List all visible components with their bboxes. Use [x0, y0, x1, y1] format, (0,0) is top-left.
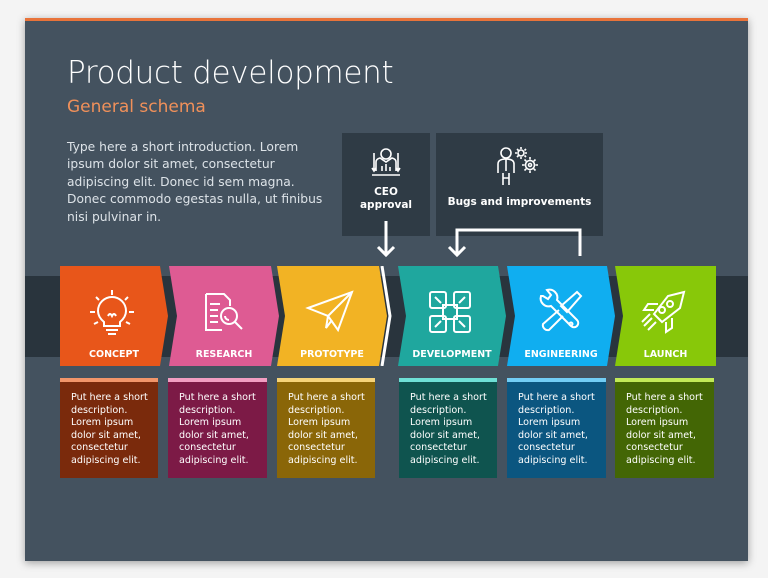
slide: Product development General schema Type … [25, 18, 748, 561]
stage-label: DEVELOPMENT [412, 349, 492, 360]
stage-label: CONCEPT [89, 349, 139, 360]
desc-text: Put here a short description. Lorem ipsu… [518, 392, 595, 466]
lightbulb-icon [90, 290, 134, 335]
desc-accent-bar [615, 378, 714, 382]
page-subtitle: General schema [67, 97, 206, 117]
ceo-label-line1: CEO [374, 186, 398, 198]
desc-text: Put here a short description. Lorem ipsu… [288, 392, 365, 466]
stage-label: LAUNCH [643, 349, 688, 360]
stage-prototype[interactable]: PROTOTYPE [277, 266, 387, 366]
desc-text: Put here a short description. Lorem ipsu… [626, 392, 703, 466]
ceo-down-arrow [376, 221, 396, 258]
stage-launch[interactable]: LAUNCH [615, 266, 716, 366]
stage-label: RESEARCH [195, 349, 253, 360]
page-title: Product development [67, 55, 394, 91]
bugs-label: Bugs and improvements [447, 196, 592, 208]
desc-accent-bar [399, 378, 497, 382]
desc-concept: Put here a short description. Lorem ipsu… [60, 378, 158, 478]
paper-plane-icon [305, 290, 354, 333]
wrench-screwdriver-icon [539, 288, 583, 332]
rocket-icon [640, 290, 685, 334]
desc-text: Put here a short description. Lorem ipsu… [410, 392, 487, 466]
desc-text: Put here a short description. Lorem ipsu… [71, 392, 148, 466]
desc-accent-bar [507, 378, 606, 382]
intro-text: Type here a short introduction. Lorem ip… [67, 140, 323, 224]
desc-accent-bar [60, 378, 158, 382]
desc-launch: Put here a short description. Lorem ipsu… [615, 378, 714, 478]
stage-label: PROTOTYPE [300, 349, 364, 360]
document-search-icon [205, 293, 243, 331]
stage-label: ENGINEERING [524, 349, 598, 360]
bugs-loop-arrow [447, 228, 582, 258]
ceo-approval-icon [371, 148, 401, 176]
desc-text: Put here a short description. Lorem ipsu… [179, 392, 256, 466]
expand-squares-icon [429, 291, 471, 333]
stage-concept[interactable]: CONCEPT [60, 266, 168, 366]
person-gears-icon [497, 147, 538, 185]
desc-accent-bar [168, 378, 267, 382]
stage-research[interactable]: RESEARCH [169, 266, 279, 366]
desc-prototype: Put here a short description. Lorem ipsu… [277, 378, 375, 478]
desc-research: Put here a short description. Lorem ipsu… [168, 378, 267, 478]
desc-development: Put here a short description. Lorem ipsu… [399, 378, 497, 478]
desc-accent-bar [277, 378, 375, 382]
stage-development[interactable]: DEVELOPMENT [398, 266, 506, 366]
stage-engineering[interactable]: ENGINEERING [507, 266, 615, 366]
ceo-label-line2: approval [359, 199, 413, 211]
desc-engineering: Put here a short description. Lorem ipsu… [507, 378, 606, 478]
